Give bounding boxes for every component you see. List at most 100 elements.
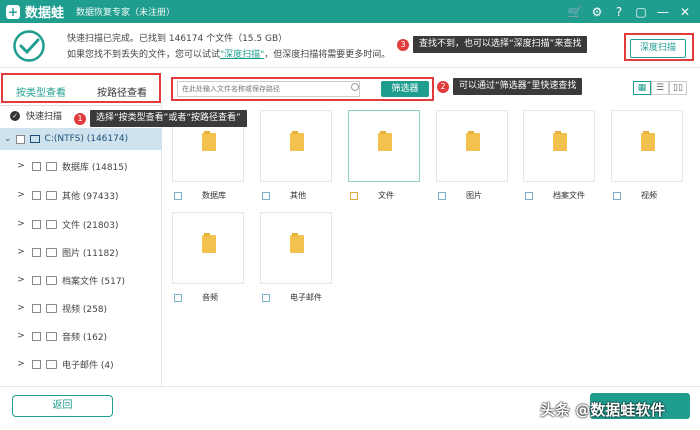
tile-checkbox[interactable]: [438, 191, 446, 200]
item-checkbox[interactable]: [32, 190, 41, 200]
list-view-icon[interactable]: ☰: [651, 81, 669, 95]
callout-badge-3: 3: [397, 39, 409, 51]
item-label: 文件 (21803): [62, 220, 119, 231]
folder-icon: [290, 233, 304, 253]
chevron-right-icon[interactable]: >: [14, 303, 28, 313]
watermark: 头条 @数据蛙软件: [540, 401, 666, 419]
tile-caption: 音频: [174, 292, 218, 303]
item-checkbox[interactable]: [32, 275, 41, 285]
item-checkbox[interactable]: [32, 219, 41, 229]
scan-complete-icon: [13, 30, 45, 62]
app-logo: + 数据蛙: [6, 2, 76, 21]
chevron-right-icon[interactable]: >: [14, 331, 28, 341]
logo-icon: +: [6, 4, 20, 19]
tile-label: 档案文件: [553, 191, 585, 200]
callout-tip-2: 可以通过“筛选器”里快速查找: [453, 78, 583, 95]
check-icon: ✓: [10, 110, 20, 121]
chevron-right-icon[interactable]: >: [14, 247, 28, 257]
sidebar-item-video[interactable]: > 视频 (258): [0, 298, 162, 318]
detail-view-icon[interactable]: ▯▯: [669, 81, 687, 95]
drive-node[interactable]: ⌄ C:(NTFS) (146174): [0, 128, 162, 150]
tile-label: 电子邮件: [290, 293, 322, 302]
item-label: 其他 (97433): [62, 191, 119, 202]
help-icon[interactable]: ?: [608, 5, 630, 19]
save-icon[interactable]: ▢: [630, 5, 652, 19]
sidebar-item-documents[interactable]: > 文件 (21803): [0, 214, 162, 234]
sidebar-item-other[interactable]: > 其他 (97433): [0, 185, 162, 205]
tile-label: 数据库: [202, 191, 226, 200]
chevron-right-icon[interactable]: >: [14, 359, 28, 369]
chevron-right-icon[interactable]: >: [14, 161, 28, 171]
tile-caption: 档案文件: [525, 190, 585, 201]
close-icon[interactable]: ✕: [674, 5, 696, 19]
email-icon: [46, 359, 57, 369]
minimize-icon[interactable]: —: [652, 5, 674, 19]
sidebar-item-email[interactable]: > 电子邮件 (4): [0, 354, 162, 374]
document-icon: [46, 219, 57, 229]
tile-label: 其他: [290, 191, 306, 200]
item-label: 视频 (258): [62, 304, 108, 315]
folder-tile[interactable]: [436, 110, 508, 182]
chevron-right-icon[interactable]: >: [14, 190, 28, 200]
tile-checkbox[interactable]: [174, 191, 182, 200]
item-label: 数据库 (14815): [62, 162, 128, 173]
scan-result-text: 快速扫描已完成。已找到 146174 个文件（15.5 GB）: [67, 34, 288, 44]
cart-icon[interactable]: 🛒: [564, 5, 586, 19]
item-checkbox[interactable]: [32, 161, 41, 171]
callout-tip-1: 选择“按类型查看”或者“按路径查看”: [90, 110, 247, 127]
video-icon: [46, 303, 57, 313]
sidebar-item-database[interactable]: > 数据库 (14815): [0, 156, 162, 176]
drive-checkbox[interactable]: [15, 134, 25, 144]
tile-caption: 数据库: [174, 190, 226, 201]
folder-tile[interactable]: [260, 212, 332, 284]
tile-caption: 其他: [262, 190, 306, 201]
item-checkbox[interactable]: [32, 303, 41, 313]
sidebar-item-archives[interactable]: > 档案文件 (517): [0, 270, 162, 290]
folder-icon: [641, 131, 655, 151]
callout-badge-2: 2: [437, 81, 449, 93]
other-icon: [46, 190, 57, 200]
sidebar-item-audio[interactable]: > 音频 (162): [0, 326, 162, 346]
item-label: 电子邮件 (4): [62, 360, 114, 371]
tile-caption: 图片: [438, 190, 482, 201]
folder-tile[interactable]: [348, 110, 420, 182]
sidebar-item-images[interactable]: > 图片 (11182): [0, 242, 162, 262]
chevron-right-icon[interactable]: >: [14, 275, 28, 285]
folder-icon: [202, 131, 216, 151]
back-button[interactable]: 返回: [12, 395, 113, 417]
folder-icon: [466, 131, 480, 151]
chevron-right-icon[interactable]: >: [14, 219, 28, 229]
folder-icon: [202, 233, 216, 253]
tile-checkbox[interactable]: [350, 191, 358, 200]
chevron-down-icon[interactable]: ⌄: [4, 134, 12, 144]
window-controls: 🛒 ⚙ ? ▢ — ✕: [564, 0, 696, 23]
deep-scan-link[interactable]: "深度扫描": [220, 50, 264, 60]
tile-checkbox[interactable]: [174, 293, 182, 302]
callout-tip-3: 查找不到，也可以选择“深度扫描”来查找: [413, 36, 588, 53]
folder-tile[interactable]: [611, 110, 683, 182]
tile-caption: 文件: [350, 190, 394, 201]
tile-label: 图片: [466, 191, 482, 200]
item-label: 图片 (11182): [62, 248, 119, 259]
tile-caption: 视频: [613, 190, 657, 201]
item-checkbox[interactable]: [32, 359, 41, 369]
item-checkbox[interactable]: [32, 331, 41, 341]
grid-view-icon[interactable]: ▦: [633, 81, 651, 95]
title-bar: + 数据蛙 数据恢复专家（未注册） 🛒 ⚙ ? ▢ — ✕: [0, 0, 700, 23]
tile-checkbox[interactable]: [613, 191, 621, 200]
image-icon: [46, 247, 57, 257]
item-checkbox[interactable]: [32, 247, 41, 257]
app-subtitle: 数据恢复专家（未注册）: [76, 8, 176, 18]
scan-summary: 快速扫描已完成。已找到 146174 个文件（15.5 GB） 如果您找不到丢失…: [0, 23, 700, 68]
folder-tile[interactable]: [260, 110, 332, 182]
tile-checkbox[interactable]: [525, 191, 533, 200]
tile-checkbox[interactable]: [262, 293, 270, 302]
tile-caption: 电子邮件: [262, 292, 322, 303]
tile-checkbox[interactable]: [262, 191, 270, 200]
quick-scan-node[interactable]: ✓ 快速扫描: [10, 109, 62, 122]
folder-tile[interactable]: [172, 212, 244, 284]
tile-label: 文件: [378, 191, 394, 200]
folder-icon: [378, 131, 392, 151]
folder-tile[interactable]: [523, 110, 595, 182]
settings-icon[interactable]: ⚙: [586, 5, 608, 19]
